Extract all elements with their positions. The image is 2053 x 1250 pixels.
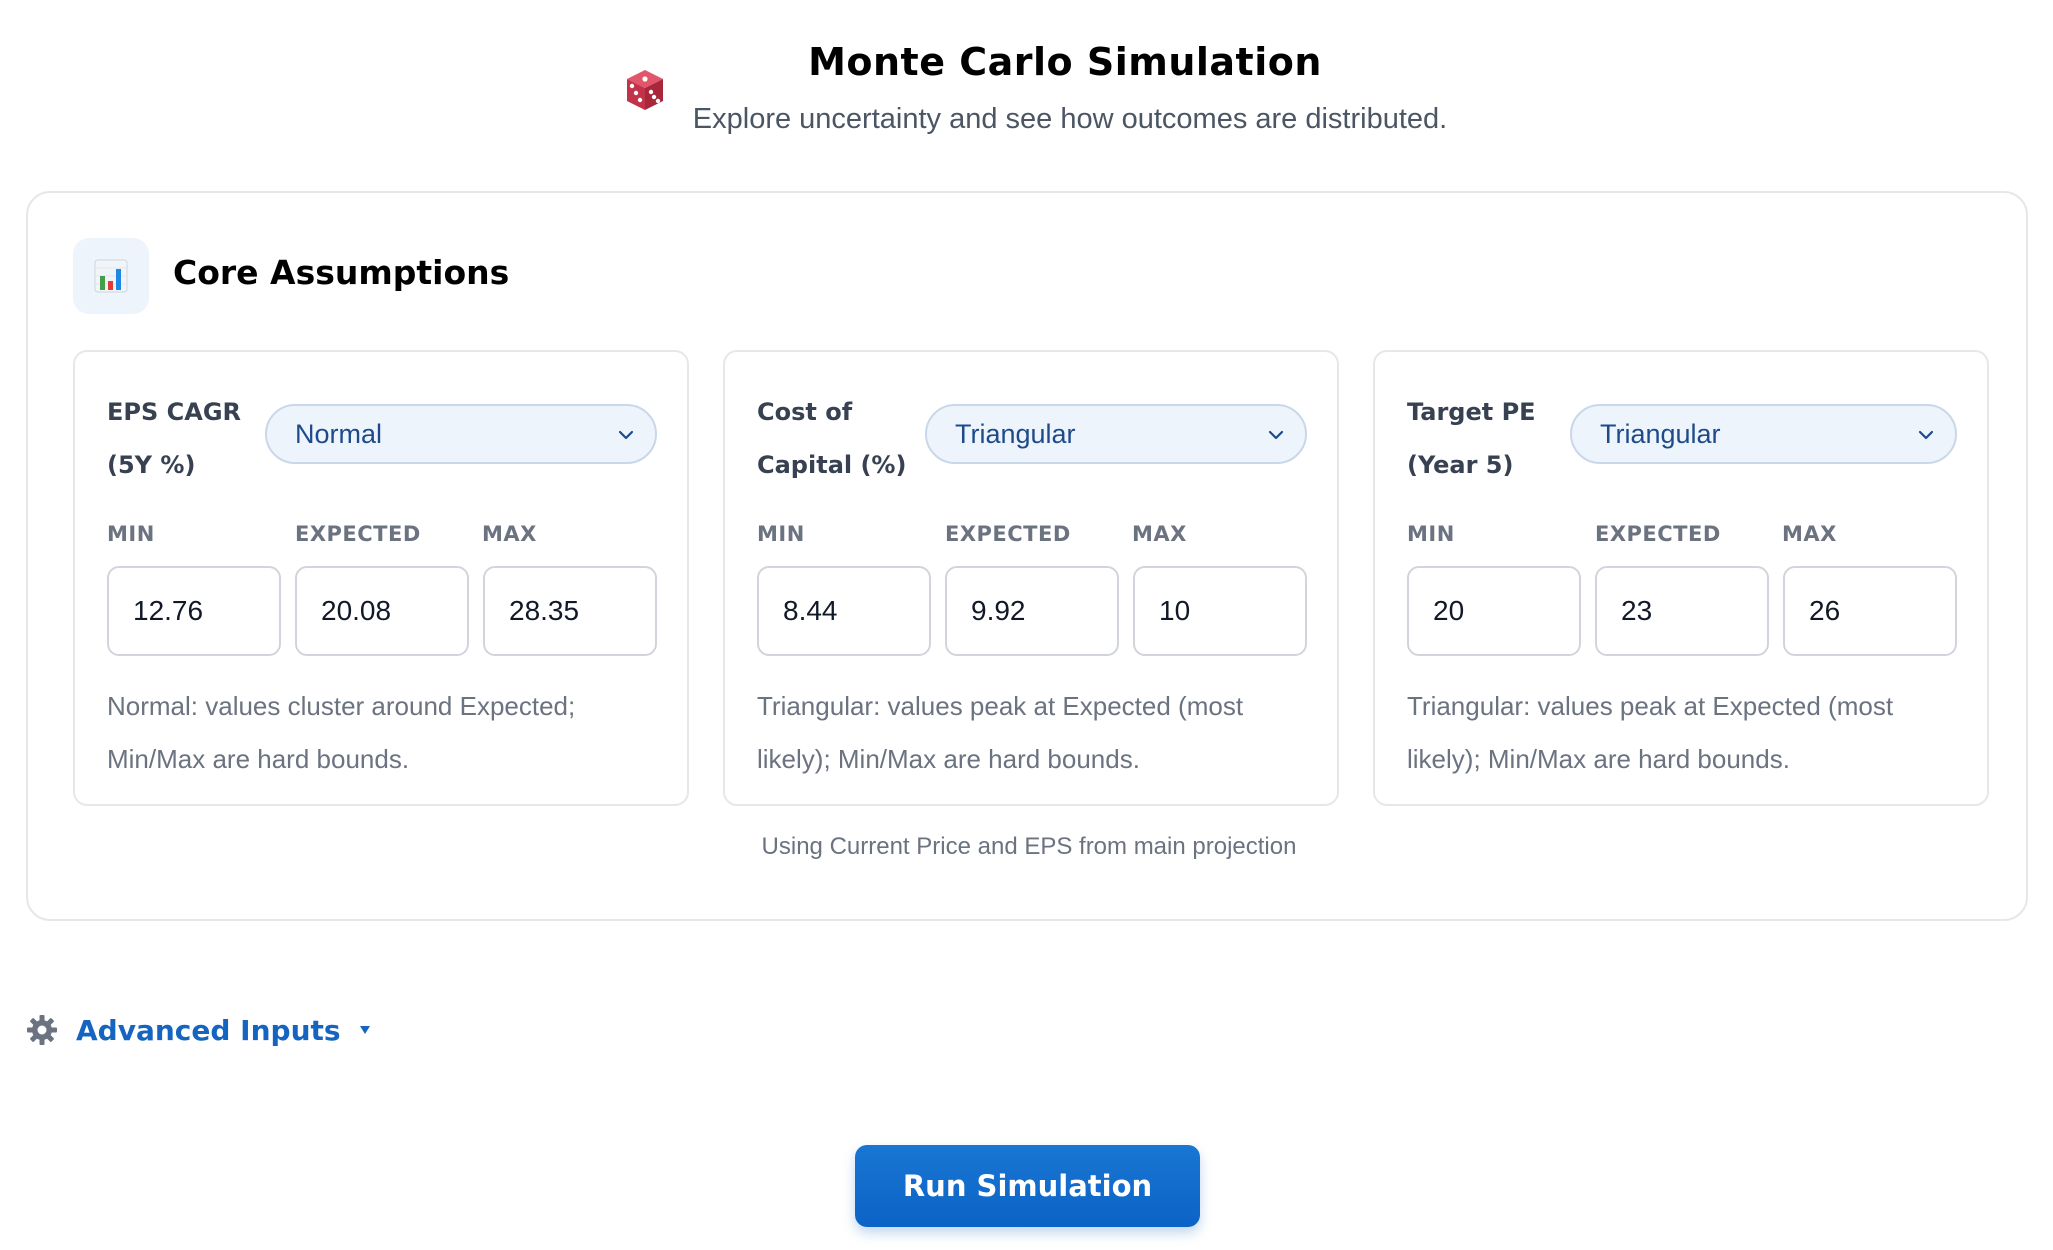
min-input[interactable]	[107, 566, 281, 656]
page-title: Monte Carlo Simulation	[808, 40, 1322, 84]
max-input[interactable]	[483, 566, 657, 656]
expected-input[interactable]	[295, 566, 469, 656]
projection-footnote: Using Current Price and EPS from main pr…	[761, 833, 1297, 860]
min-label: MIN	[107, 522, 155, 546]
panel-label: Cost of Capital (%)	[757, 398, 907, 479]
chevron-down-icon	[618, 430, 634, 440]
expected-label: EXPECTED	[945, 522, 1071, 546]
distribution-select[interactable]: Triangular	[1570, 404, 1957, 464]
expected-input[interactable]	[1595, 566, 1769, 656]
max-input[interactable]	[1133, 566, 1307, 656]
panel-eps-cagr: EPS CAGR (5Y %) Normal MIN EXPECTED MAX …	[73, 350, 689, 806]
panel-target-pe: Target PE (Year 5) Triangular MIN EXPECT…	[1373, 350, 1989, 806]
chevron-down-icon	[1918, 430, 1934, 440]
distribution-select[interactable]: Triangular	[925, 404, 1307, 464]
distribution-select-value: Triangular	[955, 418, 1076, 449]
page: Monte Carlo Simulation Explore uncertain…	[0, 0, 2053, 1250]
gear-icon	[27, 1015, 57, 1045]
distribution-select-value: Triangular	[1600, 418, 1721, 449]
expected-input[interactable]	[945, 566, 1119, 656]
min-label: MIN	[1407, 522, 1455, 546]
min-input[interactable]	[757, 566, 931, 656]
advanced-inputs-label: Advanced Inputs	[76, 1013, 341, 1047]
distribution-note: Triangular: values peak at Expected (mos…	[757, 691, 1244, 774]
run-simulation-button[interactable]: Run Simulation	[855, 1145, 1200, 1227]
max-label: MAX	[1132, 522, 1187, 546]
max-label: MAX	[1782, 522, 1837, 546]
min-label: MIN	[757, 522, 805, 546]
max-label: MAX	[482, 522, 537, 546]
caret-down-icon	[359, 1026, 370, 1034]
panel-label: Target PE (Year 5)	[1407, 398, 1536, 479]
page-subtitle: Explore uncertainty and see how outcomes…	[692, 103, 1448, 135]
min-input[interactable]	[1407, 566, 1581, 656]
distribution-select[interactable]: Normal	[265, 404, 657, 464]
section-icon-container	[73, 238, 149, 314]
page-header: Monte Carlo Simulation Explore uncertain…	[0, 34, 2053, 144]
core-assumptions-card: Core Assumptions EPS CAGR (5Y %) Normal …	[26, 191, 2028, 921]
bar-chart-icon	[94, 259, 128, 293]
max-input[interactable]	[1783, 566, 1957, 656]
distribution-select-value: Normal	[295, 418, 383, 449]
panel-label: EPS CAGR (5Y %)	[107, 398, 241, 479]
panel-cost-of-capital: Cost of Capital (%) Triangular MIN EXPEC…	[723, 350, 1339, 806]
expected-label: EXPECTED	[295, 522, 421, 546]
section-title: Core Assumptions	[173, 253, 510, 292]
distribution-note: Normal: values cluster around Expected; …	[107, 691, 576, 774]
distribution-note: Triangular: values peak at Expected (mos…	[1407, 691, 1894, 774]
chevron-down-icon	[1268, 430, 1284, 440]
expected-label: EXPECTED	[1595, 522, 1721, 546]
advanced-inputs-toggle[interactable]: Advanced Inputs	[26, 1010, 371, 1050]
